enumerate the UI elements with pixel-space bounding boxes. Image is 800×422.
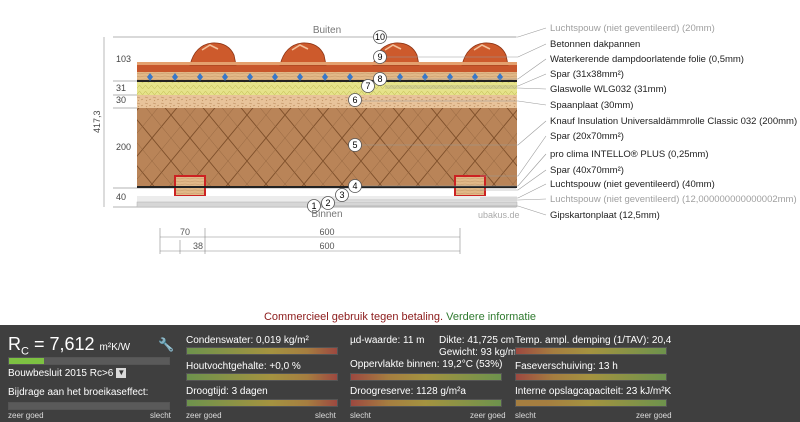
wood-moisture-bar-fill	[187, 374, 337, 380]
roof-construction-diagram: 10 9 8 7 6 5 4 3 2 1 Luchtspouw (niet ge…	[92, 23, 797, 254]
heat-capacity-bar	[515, 399, 667, 407]
wood-moisture-bar	[186, 373, 338, 381]
rc-unit: m²K/W	[99, 342, 131, 353]
condensation-bar	[186, 347, 338, 355]
layer-label: Luchtspouw (niet geventileerd) (40mm)	[550, 179, 715, 190]
watermark: ubakus.de	[478, 210, 520, 220]
outside-label: Buiten	[313, 25, 341, 36]
wrench-icon[interactable]: 🔧	[158, 337, 174, 353]
layer-label: Spar (40x70mm²)	[550, 165, 624, 176]
surface-temp-bar-fill	[351, 374, 501, 380]
drying-reserve-bar	[350, 399, 502, 407]
chipboard-layer	[137, 95, 517, 108]
dropdown-arrow-icon[interactable]: ▼	[116, 368, 127, 379]
amplitude-damping-bar-fill	[516, 348, 666, 354]
svg-text:3: 3	[339, 190, 344, 200]
svg-text:70: 70	[180, 227, 190, 237]
scale-bad-label: slecht	[315, 411, 336, 420]
roof-tiles	[137, 42, 517, 72]
layer-label: Spar (20x70mm²)	[550, 131, 624, 142]
insulation-layer	[137, 108, 517, 186]
rc-number: = 7,612	[33, 334, 95, 354]
inside-label: Binnen	[311, 209, 342, 220]
phase-shift-bar	[515, 373, 667, 381]
svg-text:6: 6	[352, 95, 357, 105]
rc-value: RC = 7,612 m²K/W	[8, 334, 130, 358]
layer-label: Luchtspouw (niet geventileerd) (20mm)	[550, 23, 715, 34]
svg-text:30: 30	[116, 95, 126, 105]
scale-good-label: zeer goed	[636, 411, 672, 420]
weight-value: Gewicht: 93 kg/m²	[439, 347, 520, 358]
rc-symbol: R	[8, 334, 21, 354]
layer-label: pro clima INTELLO® PLUS (0,25mm)	[550, 149, 709, 160]
heat-capacity-bar-fill	[516, 400, 666, 406]
svg-text:600: 600	[319, 241, 334, 251]
svg-text:7: 7	[365, 81, 370, 91]
more-info-link[interactable]: Verdere informatie	[446, 311, 536, 323]
svg-text:38: 38	[193, 241, 203, 251]
thickness-labels: 103 31 30 200 40 417,3	[92, 54, 131, 202]
layer-label: Knauf Insulation Universaldämmrolle Clas…	[550, 116, 797, 127]
svg-text:9: 9	[377, 52, 382, 62]
surface-temp-bar	[350, 373, 502, 381]
phase-shift-bar-fill	[516, 374, 666, 380]
svg-text:40: 40	[116, 192, 126, 202]
heat-capacity-value: Interne opslagcapaciteit: 23 kJ/m²K	[515, 386, 672, 397]
rc-subscript: C	[21, 345, 29, 358]
wood-moisture-value: Houtvochtgehalte: +0,0 %	[186, 361, 301, 372]
svg-text:103: 103	[116, 54, 131, 64]
greenhouse-bar	[8, 402, 170, 410]
standard-select-value: Bouwbesluit 2015 Rc>6	[8, 368, 114, 379]
drying-time-bar	[186, 399, 338, 407]
layer-label: Waterkerende dampdoorlatende folie (0,5m…	[550, 54, 744, 65]
battens-membrane	[137, 72, 517, 82]
amplitude-damping-bar	[515, 347, 667, 355]
scale-bad-label: slecht	[350, 411, 371, 420]
scale-bad-label: slecht	[150, 411, 171, 420]
commercial-use-notice: Commercieel gebruik tegen betaling. Verd…	[0, 311, 800, 323]
scale-good-label: zeer goed	[186, 411, 222, 420]
svg-text:2: 2	[325, 198, 330, 208]
drying-reserve-value: Droogreserve: 1128 g/m²a	[350, 386, 466, 397]
svg-text:200: 200	[116, 142, 131, 152]
scale-good-label: zeer goed	[8, 411, 44, 420]
results-panel: RC = 7,612 m²K/W 🔧 Bouwbesluit 2015 Rc>6…	[0, 325, 800, 422]
condensation-value: Condenswater: 0,019 kg/m²	[186, 335, 309, 346]
svg-text:5: 5	[352, 140, 357, 150]
svg-text:8: 8	[377, 74, 382, 84]
svg-text:4: 4	[352, 181, 357, 191]
scale-bad-label: slecht	[515, 411, 536, 420]
layer-label: Luchtspouw (niet geventileerd) (12,00000…	[550, 194, 797, 205]
condensation-bar-fill	[187, 348, 337, 354]
drying-time-value: Droogtijd: 3 dagen	[186, 386, 268, 397]
rc-bar-fill	[9, 358, 45, 364]
svg-text:600: 600	[319, 227, 334, 237]
layer-label: Glaswolle WLG032 (31mm)	[550, 84, 667, 95]
phase-shift-value: Faseverschuiving: 13 h	[515, 361, 618, 372]
layer-label: Betonnen dakpannen	[550, 39, 640, 50]
greenhouse-label: Bijdrage aan het broeikaseffect:	[8, 387, 149, 398]
svg-text:417,3: 417,3	[92, 110, 102, 133]
notice-text: Commercieel gebruik tegen betaling.	[263, 311, 444, 323]
svg-text:10: 10	[375, 32, 385, 42]
surface-temp-value: Oppervlakte binnen: 19,2°C (53%)	[350, 359, 503, 370]
layer-label: Spaanplaat (30mm)	[550, 100, 633, 111]
rc-bar	[8, 357, 170, 365]
svg-text:31: 31	[116, 83, 126, 93]
standard-select[interactable]: Bouwbesluit 2015 Rc>6 ▼	[8, 368, 127, 379]
dimension-labels: 70 600 38 600	[180, 227, 335, 251]
layer-labels: Luchtspouw (niet geventileerd) (20mm) Be…	[550, 23, 797, 221]
scale-good-label: zeer goed	[470, 411, 506, 420]
drying-reserve-bar-fill	[351, 400, 501, 406]
mu-value: µd-waarde: 11 m	[350, 335, 425, 346]
drying-time-bar-fill	[187, 400, 337, 406]
layer-label: Spar (31x38mm²)	[550, 69, 624, 80]
glass-wool-layer	[137, 82, 517, 95]
layer-label: Gipskartonplaat (12,5mm)	[550, 210, 660, 221]
amplitude-damping-value: Temp. ampl. demping (1/TAV): 20,4	[515, 335, 672, 346]
thickness-value: Dikte: 41,725 cm	[439, 335, 515, 346]
dimension-lines	[159, 228, 461, 254]
